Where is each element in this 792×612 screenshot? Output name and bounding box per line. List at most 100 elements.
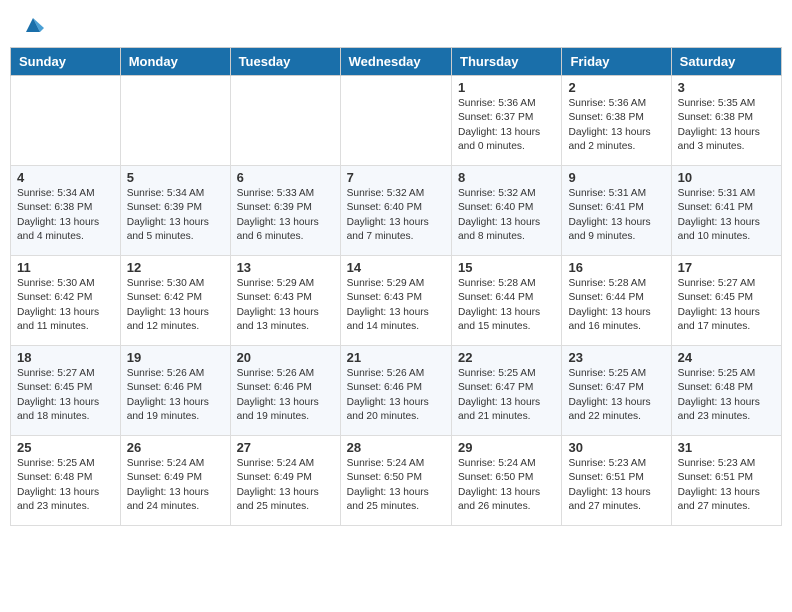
calendar-day-cell: 22 Sunrise: 5:25 AM Sunset: 6:47 PM Dayli…	[452, 346, 562, 436]
logo-triangle-icon	[22, 14, 44, 32]
calendar-day-cell: 20 Sunrise: 5:26 AM Sunset: 6:46 PM Dayli…	[230, 346, 340, 436]
calendar-day-cell	[11, 76, 121, 166]
day-info: Sunrise: 5:30 AM Sunset: 6:42 PM Dayligh…	[127, 277, 224, 334]
day-number: 20	[237, 350, 334, 365]
day-number: 31	[678, 440, 775, 455]
logo	[20, 16, 44, 39]
day-number: 5	[127, 170, 224, 185]
day-info: Sunrise: 5:29 AM Sunset: 6:43 PM Dayligh…	[347, 277, 445, 334]
day-number: 13	[237, 260, 334, 275]
day-info: Sunrise: 5:26 AM Sunset: 6:46 PM Dayligh…	[347, 367, 445, 424]
calendar-day-cell: 25 Sunrise: 5:25 AM Sunset: 6:48 PM Dayli…	[11, 436, 121, 526]
calendar-day-cell: 30Sunrise: 5:23 AM Sunset: 6:51 PM Dayli…	[562, 436, 671, 526]
calendar-day-cell: 27Sunrise: 5:24 AM Sunset: 6:49 PM Dayli…	[230, 436, 340, 526]
calendar-day-cell	[120, 76, 230, 166]
day-info: Sunrise: 5:34 AM Sunset: 6:38 PM Dayligh…	[17, 187, 114, 244]
day-info: Sunrise: 5:25 AM Sunset: 6:47 PM Dayligh…	[568, 367, 664, 424]
day-info: Sunrise: 5:36 AM Sunset: 6:38 PM Dayligh…	[568, 97, 664, 154]
day-number: 7	[347, 170, 445, 185]
day-number: 1	[458, 80, 555, 95]
calendar-day-cell: 15 Sunrise: 5:28 AM Sunset: 6:44 PM Dayli…	[452, 256, 562, 346]
calendar-day-cell: 28 Sunrise: 5:24 AM Sunset: 6:50 PM Dayli…	[340, 436, 451, 526]
day-number: 12	[127, 260, 224, 275]
day-info: Sunrise: 5:33 AM Sunset: 6:39 PM Dayligh…	[237, 187, 334, 244]
calendar-day-cell: 8 Sunrise: 5:32 AM Sunset: 6:40 PM Daylig…	[452, 166, 562, 256]
day-number: 25	[17, 440, 114, 455]
day-number: 11	[17, 260, 114, 275]
calendar-day-cell	[230, 76, 340, 166]
day-info: Sunrise: 5:36 AM Sunset: 6:37 PM Dayligh…	[458, 97, 555, 154]
day-info: Sunrise: 5:24 AM Sunset: 6:50 PM Dayligh…	[458, 457, 555, 514]
day-number: 10	[678, 170, 775, 185]
calendar-day-cell: 29 Sunrise: 5:24 AM Sunset: 6:50 PM Dayli…	[452, 436, 562, 526]
day-number: 19	[127, 350, 224, 365]
day-info: Sunrise: 5:24 AM Sunset: 6:50 PM Dayligh…	[347, 457, 445, 514]
calendar-week-row: 25 Sunrise: 5:25 AM Sunset: 6:48 PM Dayli…	[11, 436, 782, 526]
day-number: 8	[458, 170, 555, 185]
day-number: 29	[458, 440, 555, 455]
day-info: Sunrise: 5:26 AM Sunset: 6:46 PM Dayligh…	[127, 367, 224, 424]
day-info: Sunrise: 5:31 AM Sunset: 6:41 PM Dayligh…	[678, 187, 775, 244]
day-number: 23	[568, 350, 664, 365]
calendar-week-row: 11 Sunrise: 5:30 AM Sunset: 6:42 PM Dayli…	[11, 256, 782, 346]
day-info: Sunrise: 5:28 AM Sunset: 6:44 PM Dayligh…	[568, 277, 664, 334]
day-info: Sunrise: 5:29 AM Sunset: 6:43 PM Dayligh…	[237, 277, 334, 334]
calendar-day-cell: 4 Sunrise: 5:34 AM Sunset: 6:38 PM Daylig…	[11, 166, 121, 256]
day-info: Sunrise: 5:25 AM Sunset: 6:48 PM Dayligh…	[17, 457, 114, 514]
day-info: Sunrise: 5:24 AM Sunset: 6:49 PM Dayligh…	[127, 457, 224, 514]
day-info: Sunrise: 5:27 AM Sunset: 6:45 PM Dayligh…	[678, 277, 775, 334]
calendar-day-header: Friday	[562, 48, 671, 76]
day-info: Sunrise: 5:31 AM Sunset: 6:41 PM Dayligh…	[568, 187, 664, 244]
calendar-day-header: Thursday	[452, 48, 562, 76]
day-number: 16	[568, 260, 664, 275]
day-info: Sunrise: 5:25 AM Sunset: 6:47 PM Dayligh…	[458, 367, 555, 424]
day-number: 22	[458, 350, 555, 365]
day-number: 2	[568, 80, 664, 95]
calendar-week-row: 1 Sunrise: 5:36 AM Sunset: 6:37 PM Daylig…	[11, 76, 782, 166]
page-header	[0, 0, 792, 47]
day-number: 24	[678, 350, 775, 365]
calendar-day-cell: 19 Sunrise: 5:26 AM Sunset: 6:46 PM Dayli…	[120, 346, 230, 436]
calendar-day-header: Sunday	[11, 48, 121, 76]
day-number: 9	[568, 170, 664, 185]
calendar-week-row: 4 Sunrise: 5:34 AM Sunset: 6:38 PM Daylig…	[11, 166, 782, 256]
day-info: Sunrise: 5:23 AM Sunset: 6:51 PM Dayligh…	[678, 457, 775, 514]
calendar-day-cell: 12 Sunrise: 5:30 AM Sunset: 6:42 PM Dayli…	[120, 256, 230, 346]
day-number: 21	[347, 350, 445, 365]
calendar-day-cell: 10 Sunrise: 5:31 AM Sunset: 6:41 PM Dayli…	[671, 166, 781, 256]
calendar-day-cell: 2 Sunrise: 5:36 AM Sunset: 6:38 PM Daylig…	[562, 76, 671, 166]
calendar-day-cell: 16 Sunrise: 5:28 AM Sunset: 6:44 PM Dayli…	[562, 256, 671, 346]
calendar-day-header: Tuesday	[230, 48, 340, 76]
day-info: Sunrise: 5:27 AM Sunset: 6:45 PM Dayligh…	[17, 367, 114, 424]
day-info: Sunrise: 5:32 AM Sunset: 6:40 PM Dayligh…	[347, 187, 445, 244]
day-info: Sunrise: 5:34 AM Sunset: 6:39 PM Dayligh…	[127, 187, 224, 244]
day-number: 3	[678, 80, 775, 95]
calendar-day-cell: 9 Sunrise: 5:31 AM Sunset: 6:41 PM Daylig…	[562, 166, 671, 256]
day-number: 4	[17, 170, 114, 185]
day-number: 6	[237, 170, 334, 185]
calendar-container: SundayMondayTuesdayWednesdayThursdayFrid…	[0, 47, 792, 536]
day-number: 15	[458, 260, 555, 275]
calendar-header-row: SundayMondayTuesdayWednesdayThursdayFrid…	[11, 48, 782, 76]
calendar-day-header: Monday	[120, 48, 230, 76]
day-info: Sunrise: 5:30 AM Sunset: 6:42 PM Dayligh…	[17, 277, 114, 334]
day-info: Sunrise: 5:25 AM Sunset: 6:48 PM Dayligh…	[678, 367, 775, 424]
day-info: Sunrise: 5:28 AM Sunset: 6:44 PM Dayligh…	[458, 277, 555, 334]
calendar-day-cell: 11 Sunrise: 5:30 AM Sunset: 6:42 PM Dayli…	[11, 256, 121, 346]
calendar-day-cell: 18Sunrise: 5:27 AM Sunset: 6:45 PM Dayli…	[11, 346, 121, 436]
calendar-day-cell: 3Sunrise: 5:35 AM Sunset: 6:38 PM Daylig…	[671, 76, 781, 166]
calendar-day-cell: 24 Sunrise: 5:25 AM Sunset: 6:48 PM Dayli…	[671, 346, 781, 436]
calendar-day-cell: 17 Sunrise: 5:27 AM Sunset: 6:45 PM Dayli…	[671, 256, 781, 346]
calendar-table: SundayMondayTuesdayWednesdayThursdayFrid…	[10, 47, 782, 526]
calendar-day-cell: 5 Sunrise: 5:34 AM Sunset: 6:39 PM Daylig…	[120, 166, 230, 256]
calendar-day-header: Wednesday	[340, 48, 451, 76]
calendar-day-cell: 6 Sunrise: 5:33 AM Sunset: 6:39 PM Daylig…	[230, 166, 340, 256]
day-number: 17	[678, 260, 775, 275]
day-info: Sunrise: 5:26 AM Sunset: 6:46 PM Dayligh…	[237, 367, 334, 424]
calendar-day-cell: 23 Sunrise: 5:25 AM Sunset: 6:47 PM Dayli…	[562, 346, 671, 436]
day-number: 26	[127, 440, 224, 455]
day-number: 30	[568, 440, 664, 455]
day-info: Sunrise: 5:32 AM Sunset: 6:40 PM Dayligh…	[458, 187, 555, 244]
day-number: 28	[347, 440, 445, 455]
calendar-day-cell	[340, 76, 451, 166]
